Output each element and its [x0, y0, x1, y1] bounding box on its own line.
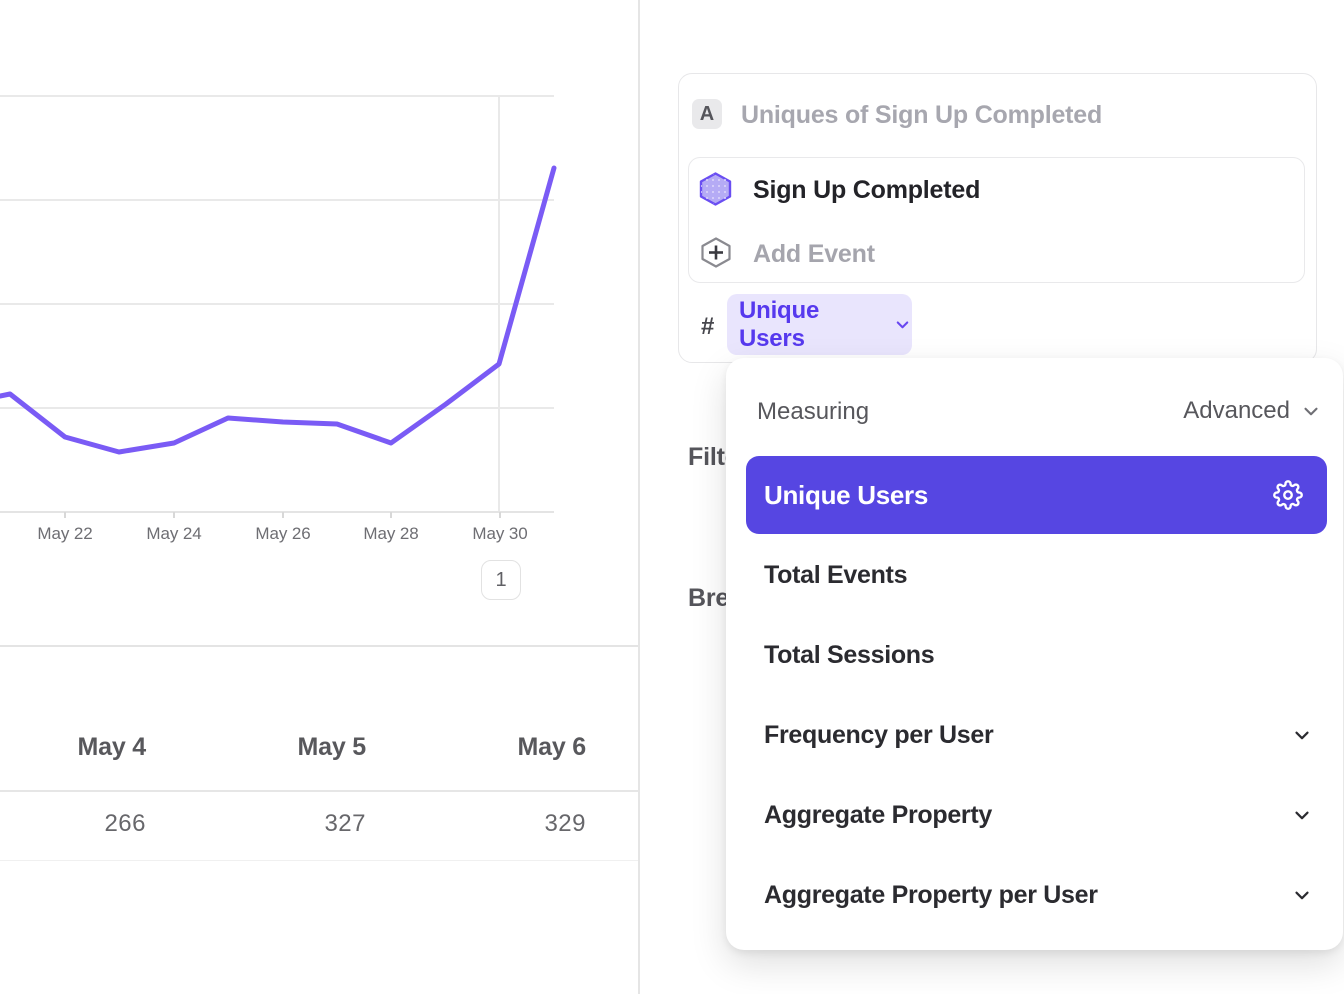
table-column-header: May 4: [16, 733, 146, 762]
panel-divider: [638, 0, 640, 994]
measuring-dropdown-menu: Measuring Advanced Unique Users Total Ev…: [726, 358, 1343, 950]
event-hexagon-icon: [699, 172, 732, 211]
table-cell-value: 266: [16, 810, 146, 838]
gear-icon[interactable]: [1273, 480, 1303, 510]
table-divider: [0, 790, 639, 792]
menu-item-total-sessions[interactable]: Total Sessions: [746, 616, 1327, 694]
menu-item-aggregate-property-per-user[interactable]: Aggregate Property per User: [746, 856, 1327, 934]
annotation-badge[interactable]: 1: [481, 560, 521, 600]
x-tick-label: May 28: [343, 524, 439, 544]
measuring-mode-label: Advanced: [1183, 397, 1290, 425]
chevron-down-icon: [1291, 804, 1313, 826]
series-title: Uniques of Sign Up Completed: [741, 101, 1102, 130]
chevron-down-icon: [1291, 724, 1313, 746]
dropdown-title: Measuring: [757, 398, 869, 426]
menu-item-frequency-per-user[interactable]: Frequency per User: [746, 696, 1327, 774]
menu-item-total-events[interactable]: Total Events: [746, 536, 1327, 614]
table-cell-value: 327: [236, 810, 366, 838]
measuring-mode-toggle[interactable]: Advanced: [1183, 397, 1322, 425]
event-name[interactable]: Sign Up Completed: [753, 176, 980, 205]
add-event-button[interactable]: Add Event: [753, 240, 875, 269]
chevron-down-icon: [1300, 400, 1322, 422]
x-tick-label: May 30: [452, 524, 548, 544]
table-column-header: May 5: [236, 733, 366, 762]
menu-item-aggregate-property[interactable]: Aggregate Property: [746, 776, 1327, 854]
x-tick-label: May 24: [126, 524, 222, 544]
table-divider: [0, 645, 639, 647]
metric-prefix: #: [701, 313, 714, 341]
table-divider: [0, 860, 639, 861]
metric-selector-button[interactable]: Unique Users: [727, 294, 912, 355]
x-tick-label: May 22: [17, 524, 113, 544]
table-column-header: May 6: [456, 733, 586, 762]
line-chart-plot-area: May 22 May 24 May 26 May 28 May 30 1: [0, 0, 639, 630]
insights-report-screen: May 22 May 24 May 26 May 28 May 30 1 May…: [0, 0, 1344, 994]
chevron-down-icon: [1291, 884, 1313, 906]
add-event-icon[interactable]: [701, 237, 731, 273]
table-cell-value: 329: [456, 810, 586, 838]
x-tick-label: May 26: [235, 524, 331, 544]
chevron-down-icon: [893, 315, 912, 334]
menu-item-unique-users[interactable]: Unique Users: [746, 456, 1327, 534]
series-letter-badge: A: [692, 99, 722, 129]
trend-line: [0, 168, 554, 452]
metric-selector-label: Unique Users: [739, 297, 884, 353]
